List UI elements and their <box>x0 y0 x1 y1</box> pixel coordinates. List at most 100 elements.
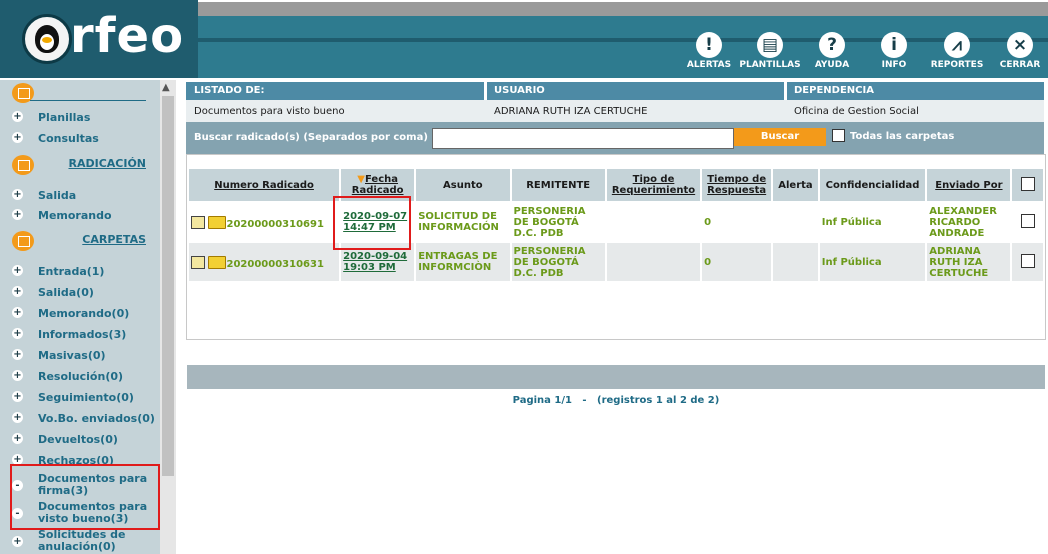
row-checkbox[interactable] <box>1020 213 1035 228</box>
edit-icon[interactable] <box>191 256 205 269</box>
scroll-up-icon[interactable]: ▲ <box>162 82 170 93</box>
folder-solicitudes-anulacion[interactable]: + Solicitudes de anulación(0) <box>0 528 158 554</box>
sidebar-scroll-thumb[interactable] <box>162 96 174 476</box>
dependencia-value: Oficina de Gestion Social <box>794 106 919 117</box>
all-folders-label: Todas las carpetas <box>850 131 955 142</box>
plus-icon: + <box>12 391 23 402</box>
logo[interactable]: rfeo <box>0 0 198 78</box>
table-header-row: Numero Radicado ▼Fecha Radicado Asunto R… <box>189 169 1043 201</box>
plus-icon: + <box>12 370 23 381</box>
alerta-cell <box>773 243 818 281</box>
search-input[interactable] <box>432 128 734 149</box>
reports-button[interactable]: ⩘ REPORTES <box>926 32 988 70</box>
confidencialidad-cell: Inf Pública <box>819 203 926 241</box>
help-button[interactable]: ? AYUDA <box>812 32 852 70</box>
templates-button[interactable]: ▤ PLANTILLAS <box>738 32 802 70</box>
folder-memorando[interactable]: + Memorando(0) <box>0 304 158 323</box>
radicado-cell[interactable]: 20200000310631 <box>189 243 340 281</box>
search-button[interactable]: Buscar <box>734 128 826 146</box>
plus-icon: + <box>12 433 23 444</box>
alerts-button[interactable]: ! ALERTAS <box>686 32 732 70</box>
search-label: Buscar radicado(s) (Separados por coma) <box>194 132 428 143</box>
folder-icon[interactable] <box>208 256 227 269</box>
select-all-cell <box>1012 169 1043 201</box>
listado-value: Documentos para visto bueno <box>194 106 345 117</box>
section-carpetas[interactable]: CARPETAS <box>0 228 158 254</box>
highlight-fecha <box>333 196 411 250</box>
asunto-cell: ENTRAGAS DE INFORMCIÒN <box>416 243 510 281</box>
tipo-cell <box>606 243 701 281</box>
table-row[interactable]: 20200000310631 2020-09-04 19:03 PM ENTRA… <box>189 243 1043 281</box>
col-tipo-requerimiento[interactable]: Tipo de Requerimiento <box>606 169 701 201</box>
listing-values-row: Documentos para visto bueno ADRIANA RUTH… <box>186 100 1044 122</box>
folder-icon[interactable] <box>208 216 227 229</box>
col-tiempo-respuesta[interactable]: Tiempo de Respuesta <box>702 169 772 201</box>
fecha-link[interactable]: 2020-09-04 19:03 PM <box>343 251 409 273</box>
sidebar-item-planillas[interactable]: + Planillas <box>0 108 158 127</box>
folder-vobo-enviados[interactable]: + Vo.Bo. enviados(0) <box>0 409 158 428</box>
row-checkbox[interactable] <box>1020 253 1035 268</box>
usuario-value: ADRIANA RUTH IZA CERTUCHE <box>494 106 648 117</box>
sidebar-menu-toggle[interactable] <box>0 80 158 106</box>
highlight-sidebar-folders <box>10 464 160 530</box>
col-numero-radicado[interactable]: Numero Radicado <box>189 169 340 201</box>
top-gray-bar <box>198 2 1048 16</box>
reports-icon: ⩘ <box>944 32 970 58</box>
results-panel: Numero Radicado ▼Fecha Radicado Asunto R… <box>186 154 1046 406</box>
select-cell <box>1012 203 1043 241</box>
sidebar-item-consultas[interactable]: + Consultas <box>0 129 158 148</box>
folder-resolucion[interactable]: + Resolución(0) <box>0 367 158 386</box>
enviado-cell: ALEXANDER RICARDO ANDRADE <box>927 203 1011 241</box>
confidencialidad-cell: Inf Pública <box>819 243 926 281</box>
col-alerta[interactable]: Alerta <box>773 169 818 201</box>
sidebar-item-radicacion-salida[interactable]: + Salida <box>0 186 158 205</box>
close-icon: × <box>1007 32 1033 58</box>
sidebar-item-radicacion-memorando[interactable]: + Memorando <box>0 206 158 225</box>
plus-icon: + <box>12 111 23 122</box>
plus-icon: + <box>12 132 23 143</box>
table-row[interactable]: 20200000310691 2020-09-07 14:47 PM SOLIC… <box>189 203 1043 241</box>
penguin-icon <box>22 14 72 64</box>
col-asunto[interactable]: Asunto <box>416 169 510 201</box>
pagination-text: Pagina 1/1 - (registros 1 al 2 de 2) <box>512 395 720 406</box>
select-all-checkbox[interactable] <box>1020 176 1035 191</box>
edit-icon[interactable] <box>191 216 205 229</box>
listado-header: LISTADO DE: <box>194 85 265 96</box>
tiempo-cell: 0 <box>702 203 772 241</box>
col-remitente[interactable]: REMITENTE <box>511 169 605 201</box>
all-folders-checkbox[interactable] <box>832 129 845 142</box>
info-icon: i <box>881 32 907 58</box>
help-icon: ? <box>819 32 845 58</box>
select-cell <box>1012 243 1043 281</box>
col-enviado-por[interactable]: Enviado Por <box>927 169 1011 201</box>
asunto-cell: SOLICITUD DE INFORMACIÓN <box>416 203 510 241</box>
plus-icon: + <box>12 209 23 220</box>
header: rfeo ! ALERTAS ▤ PLANTILLAS ? AYUDA i IN… <box>0 0 1048 78</box>
close-button[interactable]: × CERRAR <box>996 32 1044 70</box>
folder-informados[interactable]: + Informados(3) <box>0 325 158 344</box>
usuario-header: USUARIO <box>494 85 545 96</box>
tiempo-cell: 0 <box>702 243 772 281</box>
tipo-cell <box>606 203 701 241</box>
folder-devueltos[interactable]: + Devueltos(0) <box>0 430 158 449</box>
col-confidencialidad[interactable]: Confidencialidad <box>819 169 926 201</box>
enviado-cell: ADRIANA RUTH IZA CERTUCHE <box>927 243 1011 281</box>
plus-icon: + <box>12 189 23 200</box>
nav-band <box>198 16 1048 78</box>
nav-divider <box>198 38 1048 42</box>
radicado-cell[interactable]: 20200000310691 <box>189 203 340 241</box>
plus-icon: + <box>12 265 23 276</box>
plus-icon: + <box>12 307 23 318</box>
search-bar: Buscar radicado(s) (Separados por coma) … <box>186 122 1044 154</box>
folder-seguimiento[interactable]: + Seguimiento(0) <box>0 388 158 407</box>
dependencia-header: DEPENDENCIA <box>794 85 874 96</box>
section-radicacion[interactable]: RADICACIÓN <box>0 152 158 178</box>
folder-entrada[interactable]: + Entrada(1) <box>0 262 158 281</box>
plus-icon: + <box>12 349 23 360</box>
folder-salida[interactable]: + Salida(0) <box>0 283 158 302</box>
info-button[interactable]: i INFO <box>874 32 914 70</box>
table-footer-bar <box>187 365 1045 389</box>
remitente-cell: PERSONERIA DE BOGOTÁ D.C. PDB <box>511 243 605 281</box>
remitente-cell: PERSONERIA DE BOGOTÁ D.C. PDB <box>511 203 605 241</box>
folder-masivas[interactable]: + Masivas(0) <box>0 346 158 365</box>
